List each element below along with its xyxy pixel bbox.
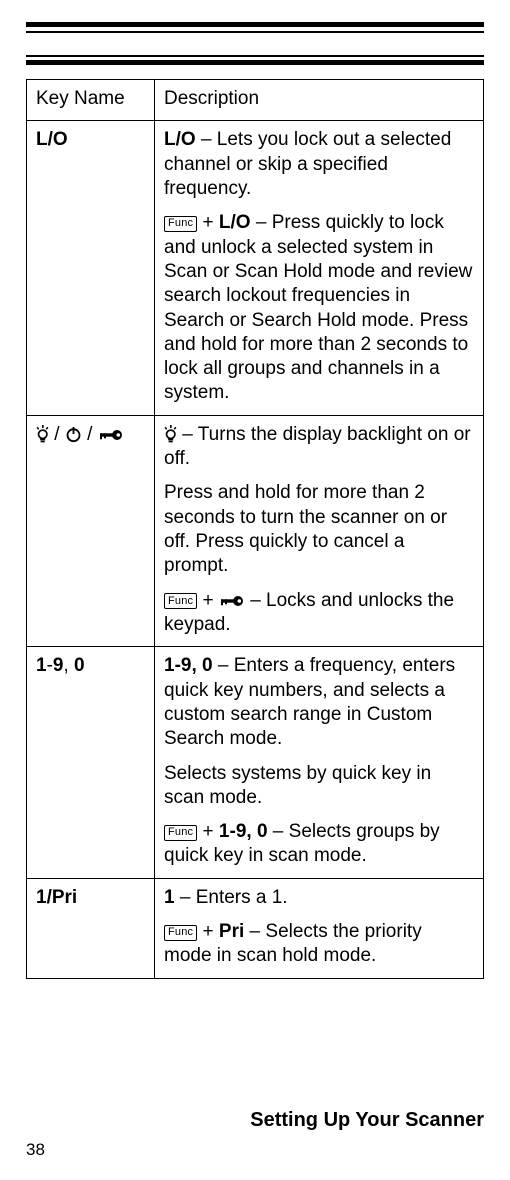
text: + <box>197 821 219 842</box>
func-icon: Func <box>164 593 197 609</box>
rule-thin-2 <box>26 55 484 57</box>
section-title: Setting Up Your Scanner <box>250 1109 484 1132</box>
text: + <box>197 590 219 611</box>
paragraph: – Turns the display backlight on or off. <box>164 423 474 472</box>
text: , <box>63 655 74 676</box>
text: / <box>82 424 98 445</box>
light-icon <box>36 425 49 444</box>
text-bold: 1 <box>164 887 175 908</box>
paragraph: 1-9, 0 – Enters a frequency, enters quic… <box>164 654 474 751</box>
rule-thick-2 <box>26 60 484 65</box>
text-bold: L/O <box>164 129 196 150</box>
table-row: 1-9, 0 1-9, 0 – Enters a frequency, ente… <box>27 647 484 879</box>
text: – Lets you lock out a selected channel o… <box>164 129 451 199</box>
light-icon <box>164 425 177 444</box>
text-bold: 1 <box>36 655 47 676</box>
header-description: Description <box>155 80 484 121</box>
paragraph: Func + – Locks and unlocks the keypad. <box>164 589 474 638</box>
page-number: 38 <box>26 1140 45 1160</box>
table-header-row: Key Name Description <box>27 80 484 121</box>
key-description-table: Key Name Description L/O L/O – Lets you … <box>26 79 484 979</box>
text: Press and hold for more than 2 seconds t… <box>164 482 447 576</box>
text: / <box>49 424 65 445</box>
paragraph: Press and hold for more than 2 seconds t… <box>164 481 474 578</box>
text: + <box>197 212 219 233</box>
text-bold: L/O <box>219 212 251 233</box>
text: – Press quickly to lock and unlock a sel… <box>164 212 472 403</box>
cell-key: / / <box>27 415 155 647</box>
func-icon: Func <box>164 216 197 232</box>
keylock-icon <box>98 428 124 442</box>
text-bold: 9 <box>53 655 64 676</box>
cell-description: L/O – Lets you lock out a selected chann… <box>155 121 484 415</box>
text-bold: 1-9, 0 <box>164 655 213 676</box>
rule-thick <box>26 22 484 27</box>
cell-key: 1/Pri <box>27 878 155 978</box>
keylock-icon <box>219 594 245 608</box>
paragraph: Func + L/O – Press quickly to lock and u… <box>164 211 474 406</box>
header-key-name: Key Name <box>27 80 155 121</box>
cell-description: – Turns the display backlight on or off.… <box>155 415 484 647</box>
power-icon <box>65 426 82 443</box>
text-bold: 1-9, 0 <box>219 821 268 842</box>
func-icon: Func <box>164 825 197 841</box>
paragraph: L/O – Lets you lock out a selected chann… <box>164 128 474 201</box>
table-row: / / – Turns the display backlight on or … <box>27 415 484 647</box>
key-label: 1/Pri <box>36 887 77 908</box>
cell-key: 1-9, 0 <box>27 647 155 879</box>
table-row: 1/Pri 1 – Enters a 1. Func + Pri – Selec… <box>27 878 484 978</box>
text-bold: 0 <box>74 655 85 676</box>
paragraph: Func + Pri – Selects the priority mode i… <box>164 920 474 969</box>
paragraph: Selects systems by quick key in scan mod… <box>164 762 474 811</box>
cell-key: L/O <box>27 121 155 415</box>
text: + <box>197 921 219 942</box>
cell-description: 1 – Enters a 1. Func + Pri – Selects the… <box>155 878 484 978</box>
table-row: L/O L/O – Lets you lock out a selected c… <box>27 121 484 415</box>
key-label: L/O <box>36 129 68 150</box>
paragraph: Func + 1-9, 0 – Selects groups by quick … <box>164 820 474 869</box>
text: – Turns the display backlight on or off. <box>164 424 471 469</box>
func-icon: Func <box>164 925 197 941</box>
text: Selects systems by quick key in scan mod… <box>164 763 431 808</box>
rule-thin <box>26 31 484 33</box>
text-bold: Pri <box>219 921 244 942</box>
cell-description: 1-9, 0 – Enters a frequency, enters quic… <box>155 647 484 879</box>
text: – Enters a 1. <box>175 887 288 908</box>
paragraph: 1 – Enters a 1. <box>164 886 474 910</box>
